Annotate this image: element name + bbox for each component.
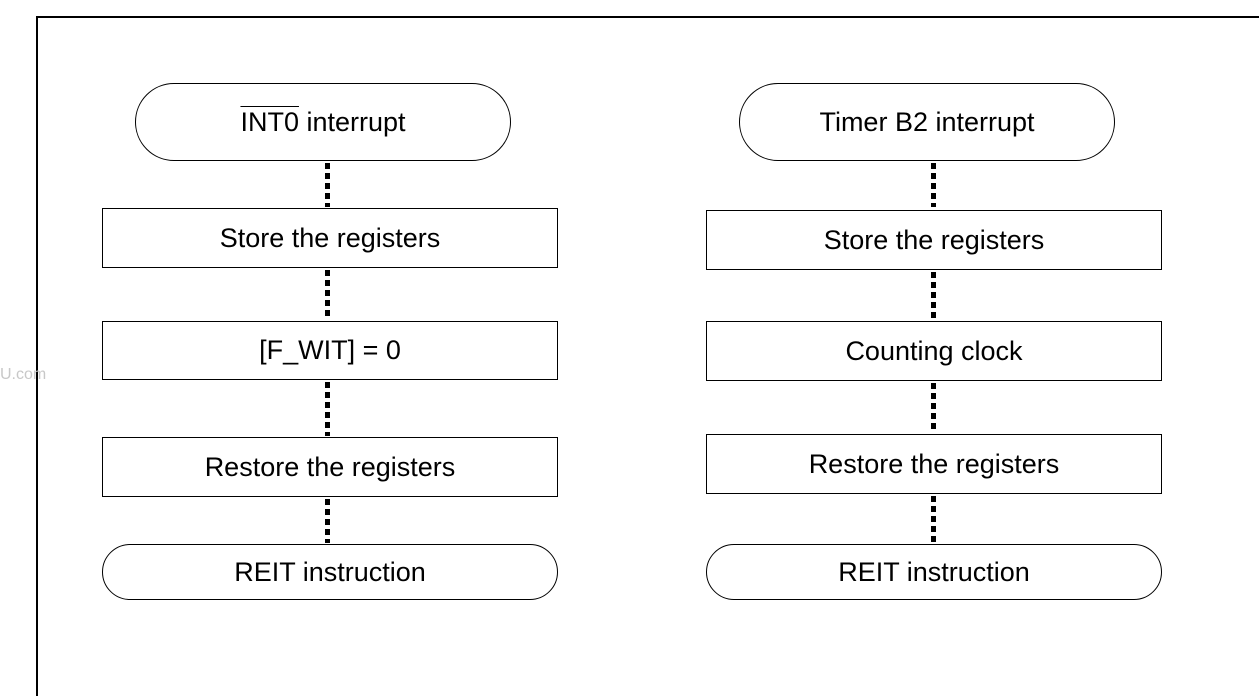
left-connector-2 <box>325 270 330 320</box>
left-connector-4 <box>325 499 330 543</box>
right-step1-label: Store the registers <box>823 224 1045 255</box>
left-step2-label: [F_WIT] = 0 <box>259 335 401 365</box>
right-connector-1 <box>931 163 936 207</box>
left-connector-1 <box>325 163 330 207</box>
right-end-label: REIT instruction <box>838 556 1030 587</box>
right-end-terminal: REIT instruction <box>706 544 1162 600</box>
right-connector-2 <box>931 272 936 320</box>
left-end-label: REIT instruction <box>234 556 426 587</box>
right-start-label: Timer B2 interrupt <box>819 106 1035 137</box>
left-connector-3 <box>325 382 330 436</box>
right-step2-label: Counting clock <box>845 335 1023 366</box>
int0-signal-name: INT0 <box>240 106 299 137</box>
right-step3-label: Restore the registers <box>808 448 1060 479</box>
left-step3-label: Restore the registers <box>204 451 456 482</box>
left-step-fwit: [F_WIT] = 0 <box>102 321 558 380</box>
watermark-text: U.com <box>0 366 47 383</box>
left-step1-label: Store the registers <box>219 222 441 253</box>
left-start-terminal: INT0 interrupt <box>135 83 511 161</box>
left-step-store-registers: Store the registers <box>102 208 558 268</box>
left-start-suffix: interrupt <box>298 106 406 137</box>
left-step-restore-registers: Restore the registers <box>102 437 558 497</box>
right-step-restore-registers: Restore the registers <box>706 434 1162 494</box>
right-start-terminal: Timer B2 interrupt <box>739 83 1115 161</box>
right-connector-4 <box>931 496 936 543</box>
right-step-counting-clock: Counting clock <box>706 321 1162 381</box>
right-step-store-registers: Store the registers <box>706 210 1162 270</box>
right-connector-3 <box>931 383 936 433</box>
left-start-label: INT0 interrupt <box>240 107 405 138</box>
left-end-terminal: REIT instruction <box>102 544 558 600</box>
